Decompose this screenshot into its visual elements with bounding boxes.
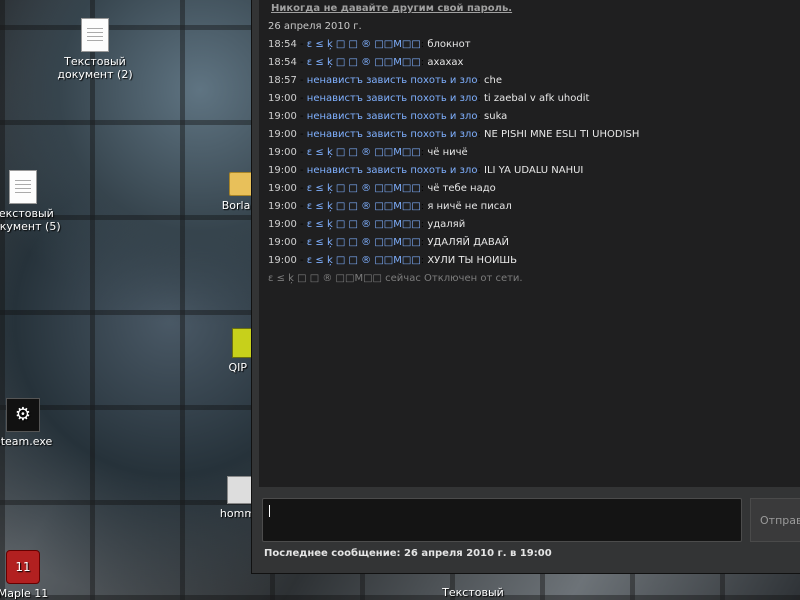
message-text: УДАЛЯЙ ДАВАЙ [427,237,510,248]
message-text: чё ничё [427,147,468,158]
message-input[interactable] [262,498,742,542]
message-nick[interactable]: ε ≤ ķ □ □ ® □□M□□ [307,237,421,248]
message-text: che [484,75,503,86]
steam-icon: ⚙ [6,398,40,432]
chat-message: 19:00 - ε ≤ ķ □ □ ® □□M□□: УДАЛЯЙ ДАВАЙ [268,237,510,248]
message-time: 18:54 [268,57,297,68]
last-message-info: Последнее сообщение: 26 апреля 2010 г. в… [264,548,552,559]
message-nick[interactable]: ненавистъ зависть похоть и зло [307,93,478,104]
message-time: 19:00 [268,201,297,212]
chat-message: 19:00 - ε ≤ ķ □ □ ® □□M□□: удаляй [268,219,466,230]
desktop-icon-text-doc[interactable]: Текстовый [428,572,518,599]
message-time: 19:00 [268,129,297,140]
message-nick[interactable]: ненавистъ зависть похоть и зло [307,75,478,86]
desktop-icon-text-doc-5[interactable]: Текстовый документ (5) [0,170,68,233]
message-nick[interactable]: ε ≤ ķ □ □ ® □□M□□ [307,201,421,212]
password-warning-link[interactable]: Никогда не давайте другим свой пароль. [271,3,512,14]
chat-message: 19:00 - ненавистъ зависть похоть и зло: … [268,129,640,140]
message-time: 19:00 [268,165,297,176]
message-time: 19:00 [268,255,297,266]
message-time: 19:00 [268,219,297,230]
message-text: удаляй [427,219,466,230]
desktop-icon-label: Текстовый [442,586,504,599]
text-caret [269,505,270,517]
chat-message: 18:54 - ε ≤ ķ □ □ ® □□M□□: ахахах [268,57,464,68]
desktop-icon-text-doc-2[interactable]: Текстовый документ (2) [50,18,140,81]
message-time: 19:00 [268,93,297,104]
date-header: 26 апреля 2010 г. [268,21,362,32]
message-text: я ничё не писал [427,201,512,212]
message-time: 19:00 [268,237,297,248]
message-history[interactable]: Никогда не давайте другим свой пароль. 2… [259,0,800,487]
message-text: suka [484,111,508,122]
chat-message: 19:00 - ненавистъ зависть похоть и зло: … [268,93,590,104]
message-text: ti zaebal v afk uhodit [484,93,590,104]
desktop-icon-label: Текстовый документ (2) [57,55,133,81]
message-time: 19:00 [268,111,297,122]
maple-icon: 11 [6,550,40,584]
desktop-icon-label: Maple 11 [0,587,49,600]
desktop-icon-label: Текстовый документ (5) [0,207,61,233]
text-document-icon [81,18,109,52]
chat-message: 19:00 - ε ≤ ķ □ □ ® □□M□□: ХУЛИ ТЫ НОИШЬ [268,255,517,266]
chat-message: 19:00 - ненавистъ зависть похоть и зло: … [268,165,584,176]
message-nick[interactable]: ε ≤ ķ □ □ ® □□M□□ [307,183,421,194]
contact-status-line: ε ≤ ķ □ □ ® □□M□□ сейчас Отключен от сет… [268,273,523,284]
message-nick[interactable]: ненавистъ зависть похоть и зло [307,111,478,122]
message-time: 19:00 [268,183,297,194]
message-text: ахахах [427,57,464,68]
message-text: NE PISHI MNE ESLI TI UHODISH [484,129,640,140]
message-text: ХУЛИ ТЫ НОИШЬ [427,255,517,266]
send-button[interactable]: Отправи [750,498,800,542]
chat-message: 18:57 - ненавистъ зависть похоть и зло: … [268,75,503,86]
desktop-icon-maple[interactable]: 11 Maple 11 [0,550,68,600]
text-document-icon [9,170,37,204]
desktop-icon-label: Steam.exe [0,435,53,448]
message-nick[interactable]: ненавистъ зависть похоть и зло [307,165,478,176]
message-time: 19:00 [268,147,297,158]
message-nick[interactable]: ненавистъ зависть похоть и зло [307,129,478,140]
message-nick[interactable]: ε ≤ ķ □ □ ® □□M□□ [307,219,421,230]
message-time: 18:57 [268,75,297,86]
chat-window: Никогда не давайте другим свой пароль. 2… [251,0,800,574]
desktop-icon-steam[interactable]: ⚙ Steam.exe [0,398,68,448]
chat-message: 19:00 - ненавистъ зависть похоть и зло: … [268,111,508,122]
message-time: 18:54 [268,39,297,50]
message-text: чё тебе надо [427,183,496,194]
chat-message: 19:00 - ε ≤ ķ □ □ ® □□M□□: чё тебе надо [268,183,496,194]
message-text: блокнот [427,39,471,50]
message-nick[interactable]: ε ≤ ķ □ □ ® □□M□□ [307,255,421,266]
message-nick[interactable]: ε ≤ ķ □ □ ® □□M□□ [307,39,421,50]
message-nick[interactable]: ε ≤ ķ □ □ ® □□M□□ [307,147,421,158]
message-text: ILI YA UDALU NAHUI [484,165,584,176]
chat-message: 19:00 - ε ≤ ķ □ □ ® □□M□□: чё ничё [268,147,468,158]
chat-message: 19:00 - ε ≤ ķ □ □ ® □□M□□: я ничё не пис… [268,201,512,212]
chat-message: 18:54 - ε ≤ ķ □ □ ® □□M□□: блокнот [268,39,471,50]
message-nick[interactable]: ε ≤ ķ □ □ ® □□M□□ [307,57,421,68]
